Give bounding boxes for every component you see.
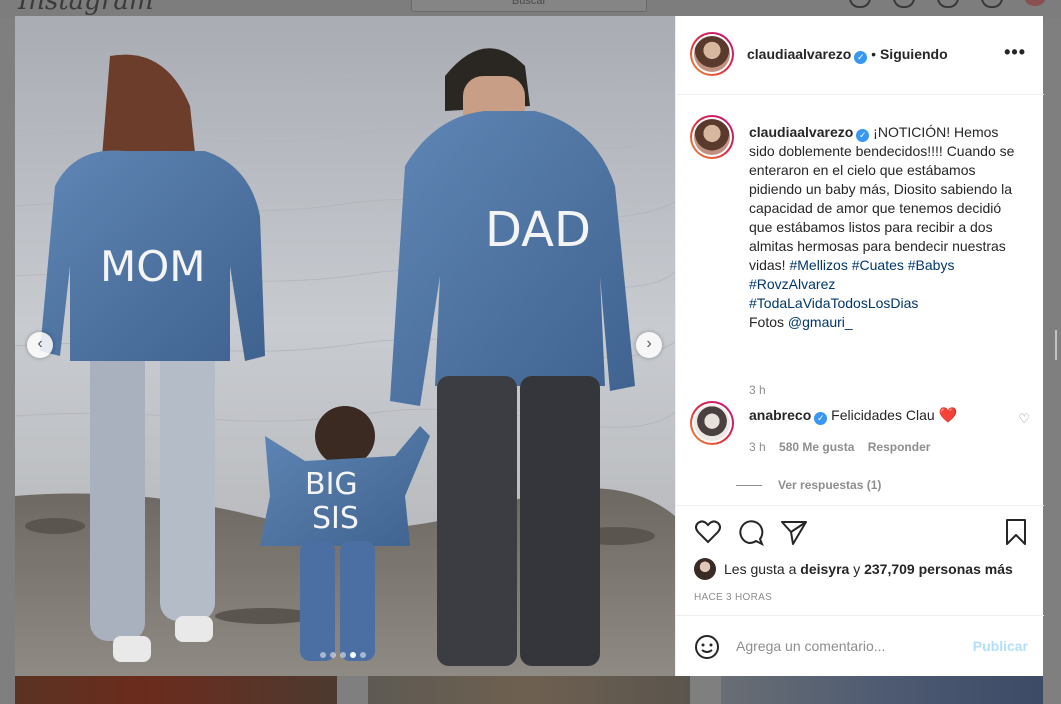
author-avatar-ring[interactable] [690, 32, 734, 76]
author-username[interactable]: claudiaalvarezo [747, 46, 851, 62]
likes-prefix: Les gusta a [724, 561, 797, 577]
like-heart-icon[interactable] [694, 518, 722, 546]
post-side-panel: claudiaalvarezo ✓ • Siguiendo ••• claudia… [675, 16, 1044, 676]
comment-likes-count[interactable]: 580 Me gusta [779, 440, 854, 454]
svg-text:SIS: SIS [312, 501, 359, 536]
top-nav-icons [849, 0, 1045, 8]
reply-button[interactable]: Responder [868, 440, 931, 454]
caption-time[interactable]: 3 h [749, 383, 766, 397]
save-bookmark-icon[interactable] [1002, 518, 1030, 546]
hashtag-link[interactable]: #Cuates [852, 257, 904, 273]
caption-body: ¡NOTICIÓN! Hemos sido doblemente bendeci… [749, 124, 1015, 273]
home-icon[interactable] [849, 0, 871, 8]
replies-divider-line [736, 485, 762, 487]
grid-thumbnail[interactable] [368, 676, 690, 704]
comment-like-heart-icon[interactable]: ♡ [1018, 411, 1030, 427]
activity-heart-icon[interactable] [981, 0, 1003, 8]
comment-time[interactable]: 3 h [749, 440, 766, 454]
comments-section[interactable]: claudiaalvarezo ✓ ¡NOTICIÓN! Hemos sido d… [676, 95, 1044, 505]
carousel-dot [320, 652, 326, 658]
direct-icon[interactable] [893, 0, 915, 8]
comment-input[interactable] [736, 634, 956, 658]
add-comment-bar: Publicar [676, 615, 1044, 676]
separator-dot: • [871, 46, 877, 62]
explore-icon[interactable] [937, 0, 959, 8]
instagram-logo[interactable]: Instagram [18, 0, 154, 16]
svg-text:MOM: MOM [100, 242, 206, 291]
hashtag-link[interactable]: #RovzAlvarez [749, 276, 835, 292]
caption-username[interactable]: claudiaalvarezo [749, 124, 853, 140]
photographer-mention-link[interactable]: @gmauri_ [788, 314, 853, 330]
likes-count[interactable]: 237,709 personas más [864, 561, 1013, 577]
post-timestamp[interactable]: HACE 3 HORAS [694, 592, 772, 603]
likes-connector: y [849, 561, 865, 577]
following-button[interactable]: Siguiendo [880, 46, 948, 62]
photos-label: Fotos [749, 314, 788, 330]
verified-badge-icon: ✓ [856, 129, 870, 142]
comment-bubble-icon[interactable] [736, 518, 764, 546]
post-photo[interactable]: MOM BIG SIS DAD ‹ › [15, 16, 675, 676]
family-photo-illustration: MOM BIG SIS DAD [15, 16, 675, 676]
comment-text: anabreco ✓ Felicidades Clau ❤️ [749, 406, 957, 425]
carousel-indicator [320, 652, 366, 658]
likes-summary: Les gusta a deisyra y 237,709 personas m… [694, 558, 1013, 580]
carousel-dot-active [350, 652, 356, 658]
svg-text:DAD: DAD [485, 202, 591, 258]
hashtag-link[interactable]: #Mellizos [789, 257, 847, 273]
verified-badge-icon: ✓ [854, 51, 868, 64]
comment-body: Felicidades Clau [831, 407, 935, 423]
view-replies-button[interactable]: Ver respuestas (1) [736, 478, 881, 492]
carousel-dot [340, 652, 346, 658]
verified-badge-icon: ✓ [814, 412, 828, 425]
search-input[interactable]: Buscar [411, 0, 647, 12]
author-info: claudiaalvarezo ✓ • Siguiendo [747, 46, 948, 64]
carousel-dot [360, 652, 366, 658]
carousel-next-button[interactable]: › [636, 332, 662, 358]
liker-username[interactable]: deisyra [800, 561, 849, 577]
red-heart-emoji-icon: ❤️ [938, 407, 958, 424]
carousel-prev-button[interactable]: ‹ [27, 332, 53, 358]
caption-avatar-ring[interactable] [690, 115, 734, 159]
comment-meta: 3 h 580 Me gusta Responder [749, 440, 930, 454]
commenter-avatar-ring[interactable] [690, 401, 734, 445]
svg-text:BIG: BIG [305, 467, 358, 502]
next-post-arrow-icon[interactable] [1055, 330, 1061, 360]
author-avatar[interactable] [694, 36, 730, 72]
more-options-icon[interactable]: ••• [1004, 42, 1026, 63]
post-actions: Les gusta a deisyra y 237,709 personas m… [676, 505, 1044, 615]
hashtag-link[interactable]: #TodaLaVidaTodosLosDias [749, 295, 918, 311]
publish-button[interactable]: Publicar [973, 638, 1028, 654]
grid-thumbnail[interactable] [15, 676, 337, 704]
view-replies-label[interactable]: Ver respuestas (1) [778, 478, 881, 492]
caption-text: claudiaalvarezo ✓ ¡NOTICIÓN! Hemos sido d… [749, 123, 1021, 332]
emoji-picker-icon[interactable] [694, 634, 720, 660]
commenter-avatar[interactable] [694, 405, 730, 441]
caption-avatar[interactable] [694, 119, 730, 155]
profile-avatar[interactable] [1025, 0, 1045, 6]
share-direct-icon[interactable] [780, 518, 808, 546]
post-header: claudiaalvarezo ✓ • Siguiendo ••• [676, 16, 1044, 95]
grid-thumbnail[interactable] [721, 676, 1043, 704]
carousel-dot [330, 652, 336, 658]
hashtag-link[interactable]: #Babys [908, 257, 955, 273]
commenter-username[interactable]: anabreco [749, 407, 811, 423]
liker-avatar[interactable] [694, 558, 716, 580]
